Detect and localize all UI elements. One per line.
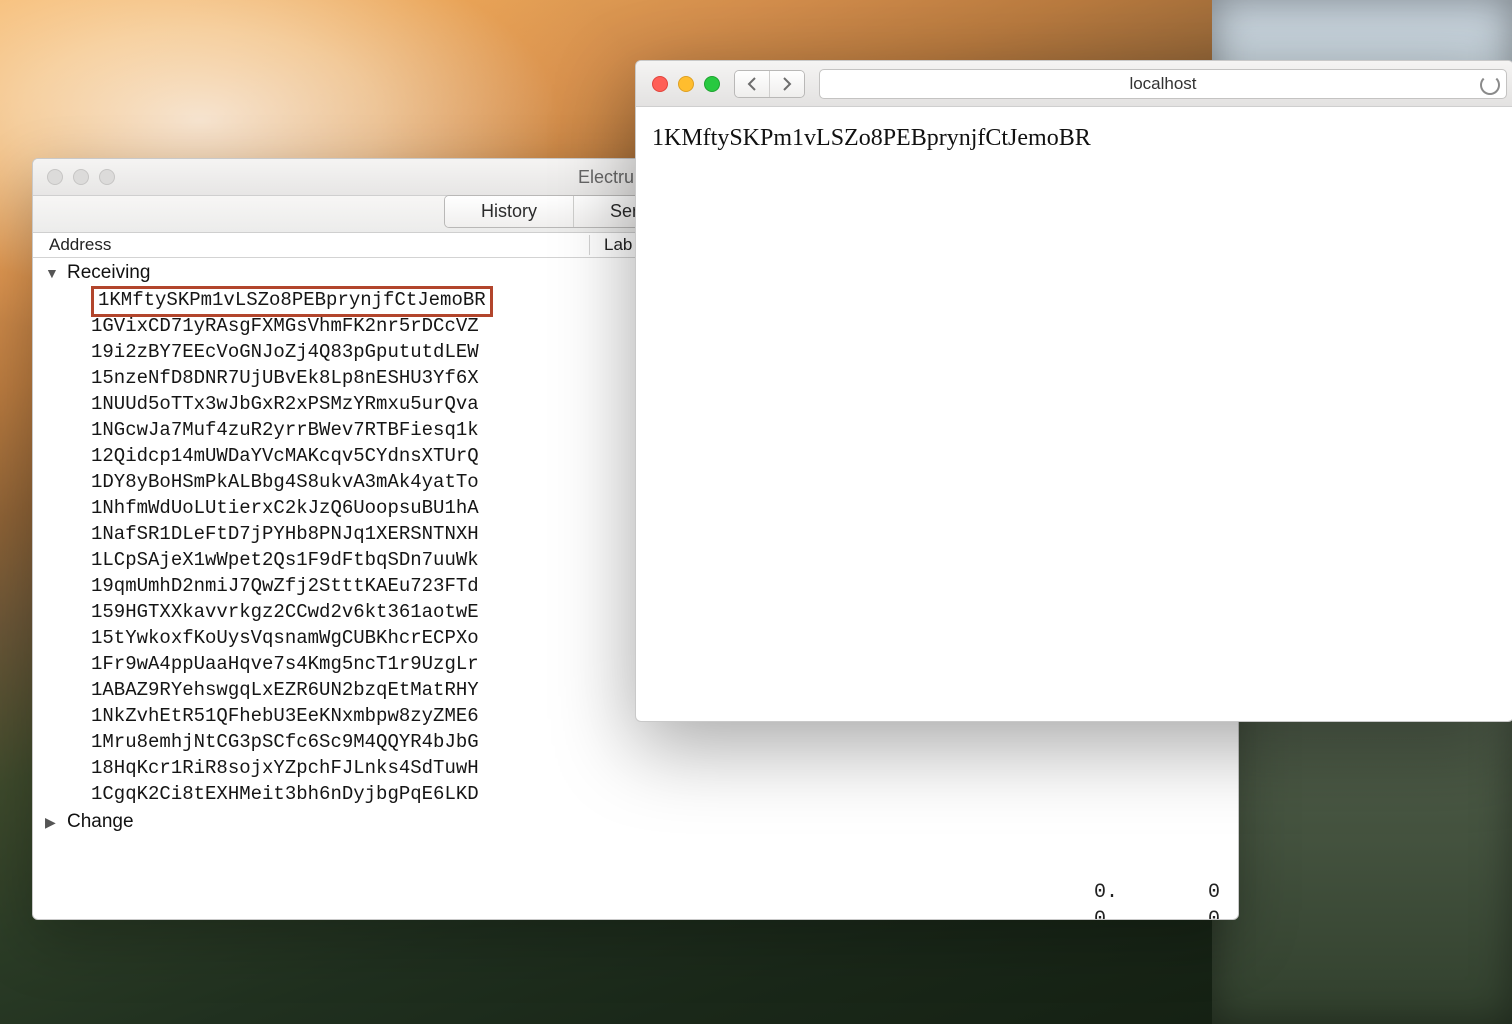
page-text[interactable]: 1KMftySKPm1vLSZo8PEBprynjfCtJemoBR <box>652 125 1091 151</box>
change-label: Change <box>67 809 134 835</box>
back-button[interactable] <box>735 71 770 97</box>
close-icon[interactable] <box>47 169 63 185</box>
minimize-icon[interactable] <box>73 169 89 185</box>
change-node[interactable]: ▶ Change <box>45 809 1232 835</box>
browser-body: 1KMftySKPm1vLSZo8PEBprynjfCtJemoBR <box>636 107 1512 170</box>
address-row[interactable]: 18HqKcr1RiR8sojxYZpchFJLnks4SdTuwH <box>91 755 1232 781</box>
electrum-traffic-lights[interactable] <box>47 169 115 185</box>
receiving-label: Receiving <box>67 260 150 286</box>
balance-column: 0.00.00.00.0 <box>1094 879 1220 920</box>
column-address[interactable]: Address <box>49 235 590 255</box>
url-bar[interactable]: localhost <box>819 69 1507 99</box>
chevron-right-icon <box>782 77 792 91</box>
address-row[interactable]: 1Mru8emhjNtCG3pSCfc6Sc9M4QQYR4bJbG <box>91 729 1232 755</box>
zoom-icon[interactable] <box>704 76 720 92</box>
zoom-icon[interactable] <box>99 169 115 185</box>
chevron-right-icon[interactable]: ▶ <box>45 809 63 835</box>
address-row[interactable]: 1CgqK2Ci8tEXHMeit3bh6nDyjbgPqE6LKD <box>91 781 1232 807</box>
chevron-left-icon <box>747 77 757 91</box>
browser-titlebar[interactable]: localhost <box>636 61 1512 107</box>
browser-traffic-lights[interactable] <box>652 76 720 92</box>
balance-row: 0.0 <box>1094 879 1220 906</box>
browser-window: localhost 1KMftySKPm1vLSZo8PEBprynjfCtJe… <box>635 60 1512 722</box>
nav-buttons <box>734 70 805 98</box>
url-text: localhost <box>1129 74 1196 94</box>
close-icon[interactable] <box>652 76 668 92</box>
balance-row: 0.0 <box>1094 906 1220 920</box>
column-label[interactable]: Lab <box>590 235 632 255</box>
reload-icon[interactable] <box>1480 75 1500 95</box>
minimize-icon[interactable] <box>678 76 694 92</box>
chevron-down-icon[interactable]: ▼ <box>45 260 63 286</box>
forward-button[interactable] <box>770 71 804 97</box>
tab-history[interactable]: History <box>445 196 574 227</box>
